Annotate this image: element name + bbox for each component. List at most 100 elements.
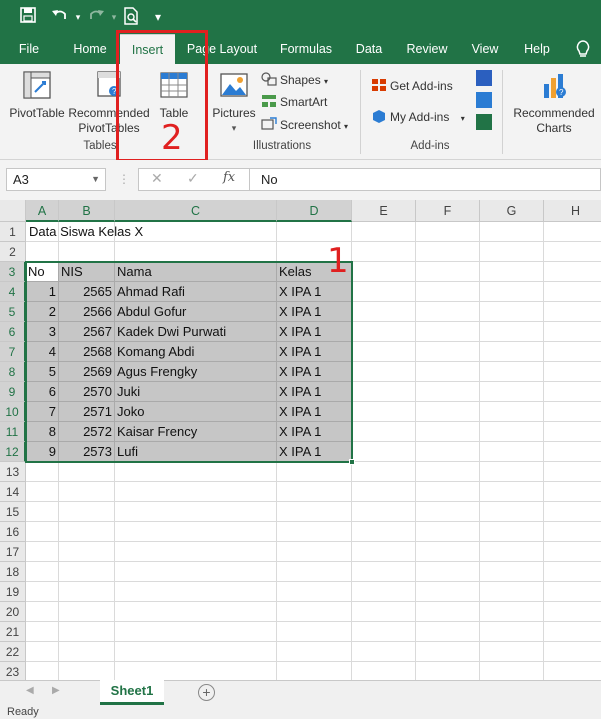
tab-help[interactable]: Help xyxy=(518,34,556,64)
sheet-tab-sheet1[interactable]: Sheet1 xyxy=(100,680,164,705)
my-addins-button[interactable]: My Add-ins ▾ xyxy=(371,107,465,127)
annotation-number-2: 2 xyxy=(161,118,183,158)
tab-home[interactable]: Home xyxy=(66,34,114,64)
select-all-corner[interactable] xyxy=(0,200,26,222)
row-header-11[interactable]: 11 xyxy=(0,422,26,442)
add-sheet-icon[interactable]: + xyxy=(198,684,215,701)
column-header-c[interactable]: C xyxy=(115,200,277,222)
smartart-button[interactable]: SmartArt xyxy=(261,92,327,112)
customize-icon[interactable]: ▾ xyxy=(148,7,168,27)
my-addins-dropdown-icon: ▾ xyxy=(460,114,465,123)
row-header-6[interactable]: 6 xyxy=(0,322,26,342)
fill-handle[interactable] xyxy=(349,459,355,465)
column-header-d[interactable]: D xyxy=(277,200,352,222)
worksheet-grid: A B C D E F G H 1 2 3 4 5 6 7 8 9 10 11 … xyxy=(0,200,601,680)
screenshot-button[interactable]: Screenshot ▾ xyxy=(261,115,348,135)
row-header-21[interactable]: 21 xyxy=(0,622,26,642)
formula-input[interactable]: No xyxy=(250,168,601,191)
svg-text:?: ? xyxy=(559,88,564,97)
pictures-dropdown-icon: ▾ xyxy=(231,123,237,133)
pivottable-label: PivotTable xyxy=(9,106,65,120)
store-icon xyxy=(371,78,387,92)
ribbon-separator xyxy=(360,70,361,154)
selection-range-border xyxy=(25,261,353,463)
gridline xyxy=(479,222,480,680)
row-header-7[interactable]: 7 xyxy=(0,342,26,362)
row-header-5[interactable]: 5 xyxy=(0,302,26,322)
formula-bar: A3 ▼ ⋮ ✕ ✓ fx No xyxy=(0,160,601,200)
column-header-f[interactable]: F xyxy=(416,200,480,222)
row-header-2[interactable]: 2 xyxy=(0,242,26,262)
row-header-16[interactable]: 16 xyxy=(0,522,26,542)
row-header-22[interactable]: 22 xyxy=(0,642,26,662)
cancel-icon[interactable]: ✕ xyxy=(151,170,163,187)
screenshot-label: Screenshot xyxy=(280,118,341,132)
column-header-g[interactable]: G xyxy=(480,200,544,222)
undo-dropdown-icon[interactable]: ▾ xyxy=(68,7,88,27)
name-box-dropdown-icon[interactable]: ▼ xyxy=(91,169,100,190)
undo-icon[interactable] xyxy=(50,7,70,27)
pivottable-icon xyxy=(23,71,51,99)
redo-icon[interactable] xyxy=(86,7,106,27)
row-header-9[interactable]: 9 xyxy=(0,382,26,402)
row-header-17[interactable]: 17 xyxy=(0,542,26,562)
row-header-10[interactable]: 10 xyxy=(0,402,26,422)
row-header-3[interactable]: 3 xyxy=(0,262,26,282)
visio-icon[interactable] xyxy=(476,70,492,86)
row-header-4[interactable]: 4 xyxy=(0,282,26,302)
enter-icon[interactable]: ✓ xyxy=(187,170,199,187)
people-graph-icon[interactable] xyxy=(476,114,492,130)
row-header-13[interactable]: 13 xyxy=(0,462,26,482)
column-header-b[interactable]: B xyxy=(59,200,115,222)
recommended-charts-label-2: Charts xyxy=(536,121,572,135)
pictures-button[interactable]: Pictures ▾ xyxy=(210,70,258,136)
screenshot-icon xyxy=(261,117,277,131)
row-header-19[interactable]: 19 xyxy=(0,582,26,602)
lightbulb-icon[interactable] xyxy=(574,39,592,59)
row-header-1[interactable]: 1 xyxy=(0,222,26,242)
ribbon-insert: PivotTable ? Recommended PivotTables Tab… xyxy=(0,64,601,160)
more-icon: ⋮ xyxy=(118,172,130,186)
recommended-charts-button[interactable]: ? Recommended Charts xyxy=(508,70,600,136)
illustrations-group-label: Illustrations xyxy=(252,140,312,152)
get-addins-button[interactable]: Get Add-ins xyxy=(371,76,453,96)
bing-icon[interactable] xyxy=(476,92,492,108)
row-header-12[interactable]: 12 xyxy=(0,442,26,462)
gridline xyxy=(543,222,544,680)
addins-group-label: Add-ins xyxy=(410,140,450,152)
tab-formulas[interactable]: Formulas xyxy=(274,34,338,64)
row-header-20[interactable]: 20 xyxy=(0,602,26,622)
row-header-14[interactable]: 14 xyxy=(0,482,26,502)
recommended-charts-label-1: Recommended xyxy=(513,106,595,120)
pictures-label: Pictures xyxy=(212,106,256,120)
pivottable-button[interactable]: PivotTable xyxy=(8,70,66,121)
print-preview-icon[interactable] xyxy=(121,7,141,27)
quick-access-toolbar: ▾ ▾ ▾ xyxy=(0,0,601,34)
row-header-15[interactable]: 15 xyxy=(0,502,26,522)
smartart-label: SmartArt xyxy=(280,95,328,109)
shapes-button[interactable]: Shapes ▾ xyxy=(261,70,328,90)
tab-view[interactable]: View xyxy=(466,34,504,64)
name-box-value: A3 xyxy=(13,172,29,187)
shapes-icon xyxy=(261,72,277,86)
sheet-title-cell[interactable]: Data Siswa Kelas X xyxy=(26,222,276,242)
ribbon-separator xyxy=(502,70,503,154)
column-header-a[interactable]: A xyxy=(26,200,59,222)
my-addins-label: My Add-ins xyxy=(390,110,450,124)
tab-data[interactable]: Data xyxy=(350,34,388,64)
fx-icon[interactable]: fx xyxy=(223,170,235,185)
tab-file[interactable]: File xyxy=(8,34,50,64)
column-header-e[interactable]: E xyxy=(352,200,416,222)
scroll-left-icon[interactable]: ◀ xyxy=(26,685,34,696)
smartart-icon xyxy=(261,94,277,108)
row-header-8[interactable]: 8 xyxy=(0,362,26,382)
my-addins-icon xyxy=(371,109,387,123)
save-icon[interactable] xyxy=(18,7,38,27)
scroll-right-icon[interactable]: ▶ xyxy=(52,685,60,696)
column-header-h[interactable]: H xyxy=(544,200,601,222)
row-header-23[interactable]: 23 xyxy=(0,662,26,680)
shapes-dropdown-icon: ▾ xyxy=(324,77,329,86)
row-header-18[interactable]: 18 xyxy=(0,562,26,582)
tab-review[interactable]: Review xyxy=(402,34,452,64)
name-box[interactable]: A3 ▼ xyxy=(6,168,106,191)
